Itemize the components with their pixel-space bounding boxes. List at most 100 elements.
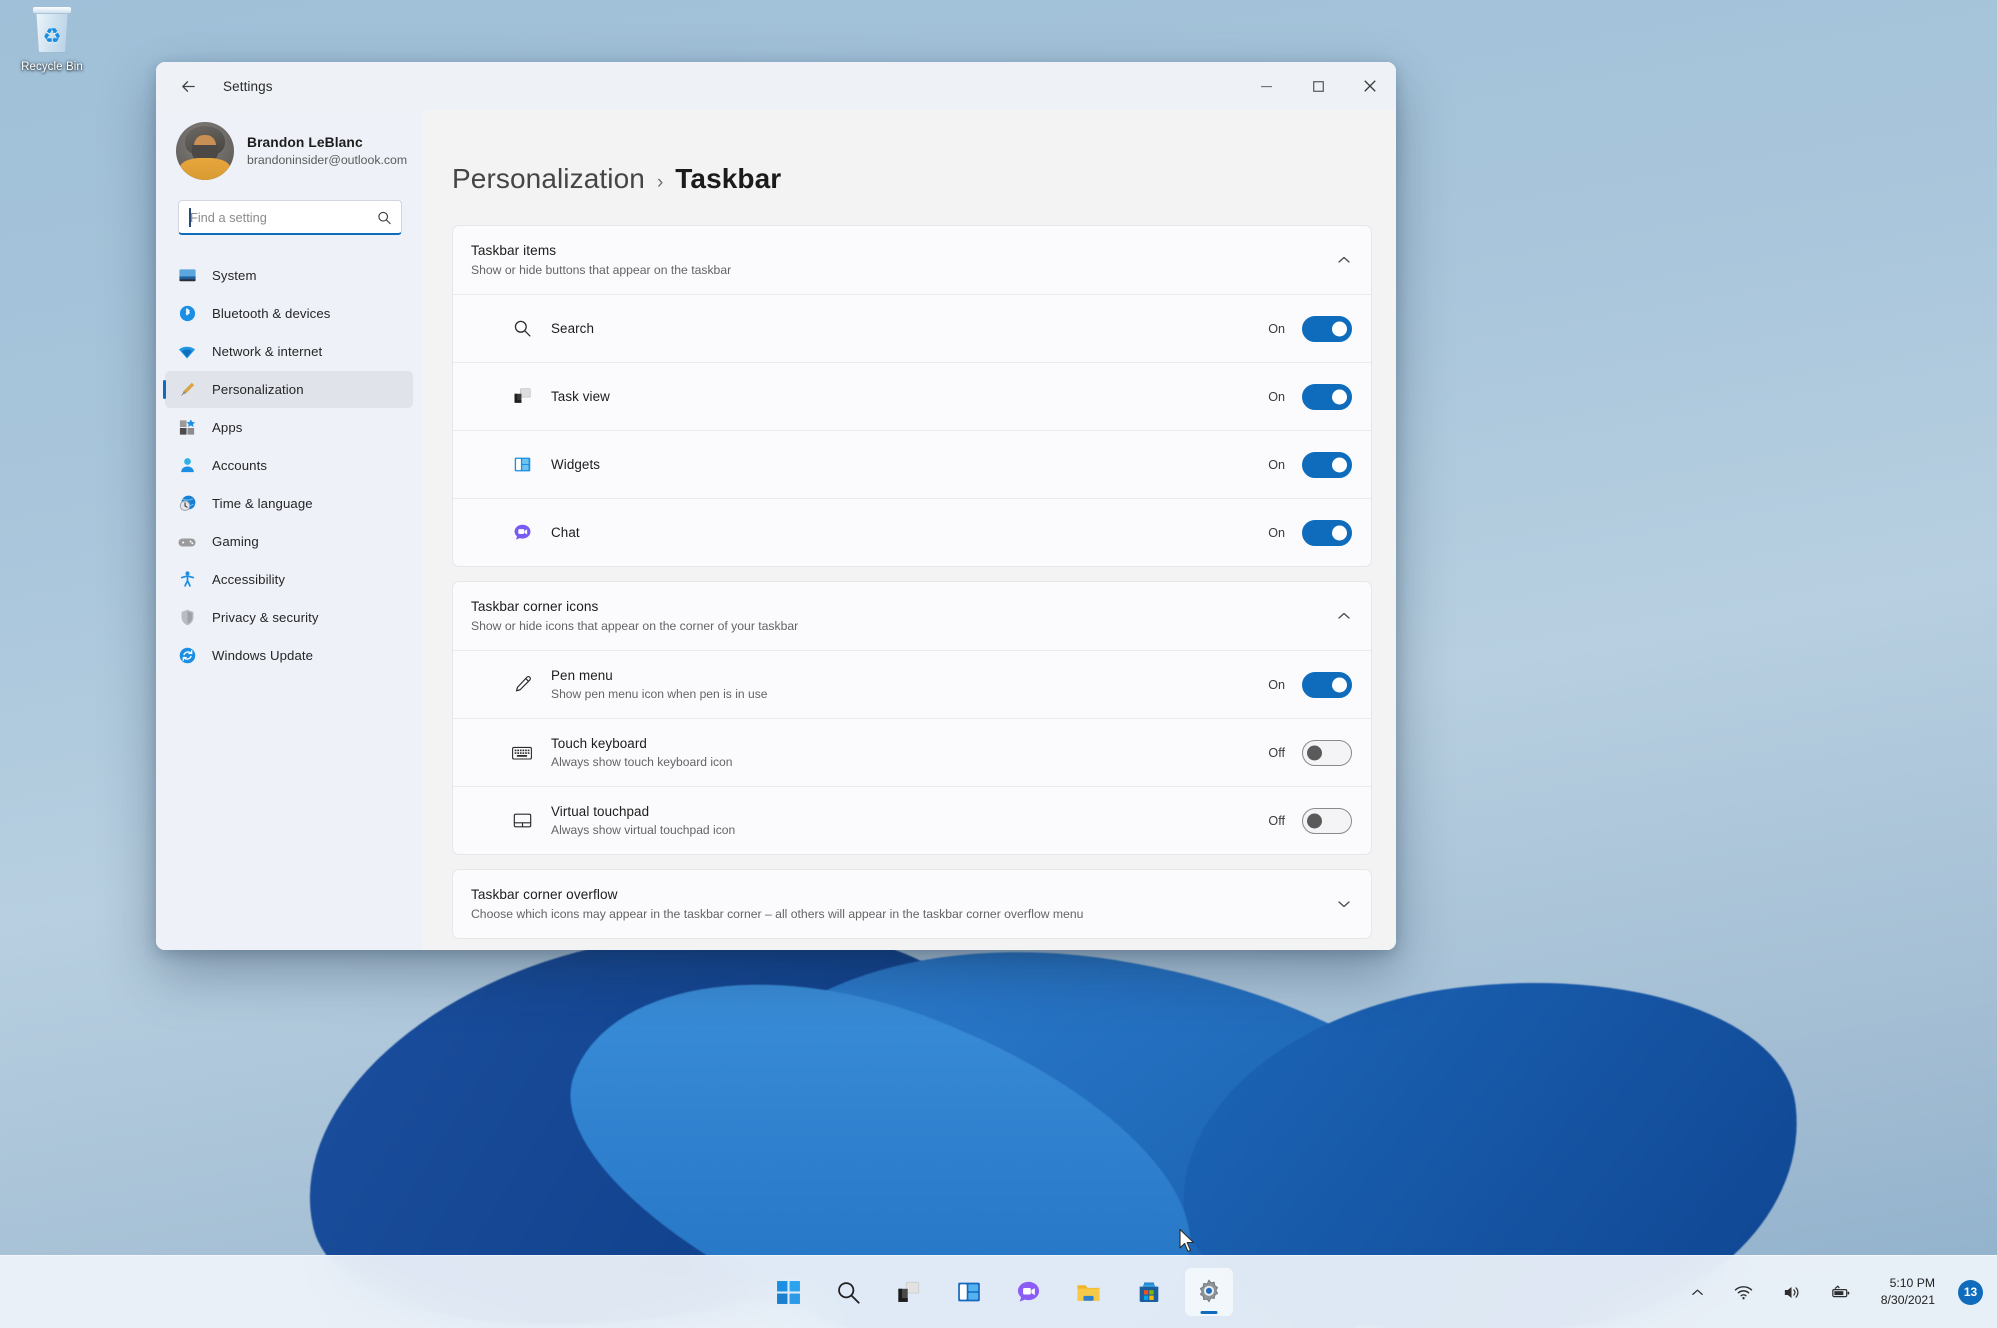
row-label: Task view	[551, 387, 1268, 406]
volume-button[interactable]	[1776, 1277, 1807, 1308]
chevron-up-icon	[1690, 1285, 1705, 1300]
chevron-down-icon[interactable]	[1336, 896, 1352, 912]
person-icon	[176, 455, 198, 477]
clock[interactable]: 5:10 PM 8/30/2021	[1875, 1271, 1941, 1313]
row-subtitle: Always show touch keyboard icon	[551, 754, 1268, 771]
windows-logo-icon	[776, 1280, 801, 1305]
toggle-chat[interactable]	[1302, 520, 1352, 546]
touchpad-icon	[509, 808, 535, 834]
widgets-icon	[509, 452, 535, 478]
chevron-up-icon[interactable]	[1336, 608, 1352, 624]
chat-icon	[1015, 1279, 1042, 1306]
store-icon	[1136, 1279, 1162, 1305]
section-header[interactable]: Taskbar items Show or hide buttons that …	[453, 226, 1371, 294]
task-view-icon	[895, 1279, 922, 1306]
notification-badge[interactable]: 13	[1958, 1280, 1983, 1305]
keyboard-icon	[509, 740, 535, 766]
file-explorer-button[interactable]	[1065, 1268, 1113, 1316]
row-label: Widgets	[551, 455, 1268, 474]
sidebar-item-accounts[interactable]: Accounts	[165, 447, 413, 484]
sidebar-item-gaming[interactable]: Gaming	[165, 523, 413, 560]
minimize-button[interactable]	[1240, 62, 1292, 110]
window-controls	[1240, 62, 1396, 110]
battery-button[interactable]	[1824, 1277, 1858, 1308]
section-taskbar-corner-icons: Taskbar corner icons Show or hide icons …	[452, 581, 1372, 855]
microsoft-store-button[interactable]	[1125, 1268, 1173, 1316]
sidebar-item-accessibility[interactable]: Accessibility	[165, 561, 413, 598]
account-card[interactable]: Brandon LeBlanc brandoninsider@outlook.c…	[156, 110, 422, 196]
clock-globe-icon	[176, 493, 198, 515]
sidebar-item-bluetooth-devices[interactable]: Bluetooth & devices	[165, 295, 413, 332]
row-chat[interactable]: Chat On	[453, 498, 1371, 566]
sidebar-item-network-internet[interactable]: Network & internet	[165, 333, 413, 370]
page-title: Taskbar	[675, 163, 781, 195]
settings-button[interactable]	[1185, 1268, 1233, 1316]
toggle-virtual-touchpad[interactable]	[1302, 808, 1352, 834]
back-button[interactable]	[170, 70, 206, 102]
window-title: Settings	[223, 79, 273, 94]
settings-window: Settings	[156, 62, 1396, 950]
row-pen-menu[interactable]: Pen menu Show pen menu icon when pen is …	[453, 650, 1371, 718]
widgets-icon	[956, 1279, 982, 1305]
chevron-up-icon[interactable]	[1336, 252, 1352, 268]
toggle-search[interactable]	[1302, 316, 1352, 342]
breadcrumb: Personalization › Taskbar	[432, 110, 1372, 225]
search-input[interactable]	[178, 200, 402, 235]
search-field-wrapper	[178, 200, 402, 235]
sidebar-item-label: Accounts	[212, 458, 267, 473]
row-virtual-touchpad[interactable]: Virtual touchpad Always show virtual tou…	[453, 786, 1371, 854]
sidebar-item-system[interactable]: System	[165, 257, 413, 294]
sidebar-item-label: Time & language	[212, 496, 313, 511]
desktop: ♻ Recycle Bin Settings	[0, 0, 1997, 1328]
toggle-task-view[interactable]	[1302, 384, 1352, 410]
sidebar-item-windows-update[interactable]: Windows Update	[165, 637, 413, 674]
maximize-button[interactable]	[1292, 62, 1344, 110]
sidebar-item-time-language[interactable]: Time & language	[165, 485, 413, 522]
close-button[interactable]	[1344, 62, 1396, 110]
monitor-icon	[176, 265, 198, 287]
toggle-state-label: On	[1268, 526, 1285, 540]
gear-icon	[1195, 1278, 1223, 1306]
breadcrumb-parent[interactable]: Personalization	[452, 163, 645, 195]
sidebar-item-label: Gaming	[212, 534, 259, 549]
clock-time: 5:10 PM	[1881, 1275, 1935, 1292]
wifi-button[interactable]	[1728, 1277, 1759, 1308]
toggle-touch-keyboard[interactable]	[1302, 740, 1352, 766]
toggle-state-label: On	[1268, 322, 1285, 336]
accessibility-icon	[176, 569, 198, 591]
desktop-icon-recycle-bin[interactable]: ♻ Recycle Bin	[6, 6, 98, 74]
section-header[interactable]: Taskbar corner icons Show or hide icons …	[453, 582, 1371, 650]
start-button[interactable]	[765, 1268, 813, 1316]
sidebar-item-label: Privacy & security	[212, 610, 319, 625]
desktop-icon-label: Recycle Bin	[6, 61, 98, 74]
row-label: Pen menu	[551, 666, 1268, 685]
window-titlebar: Settings	[156, 62, 1396, 110]
row-label: Search	[551, 319, 1268, 338]
section-subtitle: Show or hide buttons that appear on the …	[471, 261, 1322, 279]
toggle-state-label: On	[1268, 390, 1285, 404]
toggle-state-label: Off	[1268, 746, 1285, 760]
widgets-button[interactable]	[945, 1268, 993, 1316]
section-title: Taskbar corner overflow	[471, 885, 1322, 904]
row-widgets[interactable]: Widgets On	[453, 430, 1371, 498]
maximize-icon	[1312, 80, 1325, 93]
update-icon	[176, 645, 198, 667]
tray-overflow-button[interactable]	[1684, 1279, 1711, 1306]
search-button[interactable]	[825, 1268, 873, 1316]
section-header[interactable]: Taskbar corner overflow Choose which ico…	[453, 870, 1371, 938]
row-search[interactable]: Search On	[453, 294, 1371, 362]
section-subtitle: Show or hide icons that appear on the co…	[471, 617, 1322, 635]
sidebar-item-personalization[interactable]: Personalization	[165, 371, 413, 408]
system-tray: 5:10 PM 8/30/2021 13	[1684, 1271, 1983, 1313]
row-touch-keyboard[interactable]: Touch keyboard Always show touch keyboar…	[453, 718, 1371, 786]
speaker-icon	[1782, 1283, 1801, 1302]
back-arrow-icon	[179, 77, 198, 96]
task-view-button[interactable]	[885, 1268, 933, 1316]
row-task-view[interactable]: Task view On	[453, 362, 1371, 430]
sidebar-item-apps[interactable]: Apps	[165, 409, 413, 446]
sidebar-item-privacy-security[interactable]: Privacy & security	[165, 599, 413, 636]
toggle-pen-menu[interactable]	[1302, 672, 1352, 698]
chat-button[interactable]	[1005, 1268, 1053, 1316]
sidebar-item-label: Windows Update	[212, 648, 313, 663]
toggle-widgets[interactable]	[1302, 452, 1352, 478]
